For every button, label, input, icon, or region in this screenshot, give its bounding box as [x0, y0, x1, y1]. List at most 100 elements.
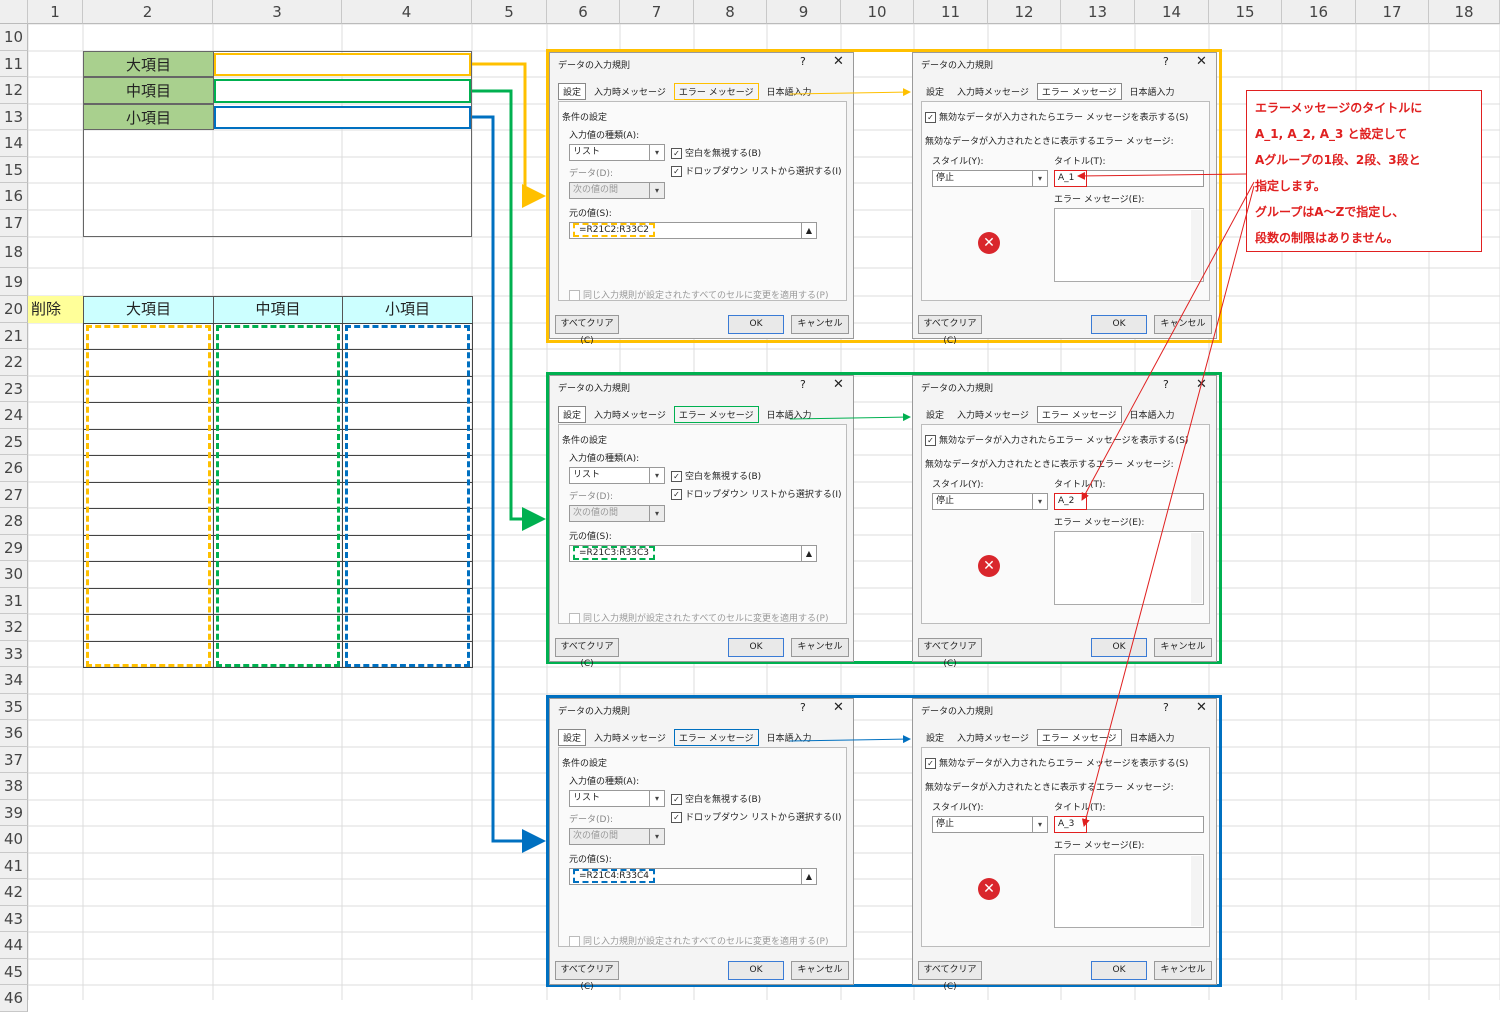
close-icon[interactable]: ✕ [1196, 54, 1207, 69]
row-header-31[interactable]: 31 [0, 588, 28, 614]
row-header-30[interactable]: 30 [0, 561, 28, 588]
delete-cell[interactable]: 削除 [28, 296, 83, 323]
row-header-38[interactable]: 38 [0, 773, 28, 800]
row-header-24[interactable]: 24 [0, 402, 28, 429]
clear-all-button[interactable]: すべてクリア(C) [555, 638, 619, 669]
column-header-3[interactable]: 3 [213, 0, 342, 24]
tab-0[interactable]: 設定 [921, 406, 949, 423]
row-header-28[interactable]: 28 [0, 508, 28, 535]
error-message-textarea[interactable] [1054, 208, 1204, 282]
tab-3[interactable]: 日本語入力 [1125, 83, 1180, 100]
error-message-textarea[interactable] [1054, 854, 1204, 928]
source-input[interactable]: =R21C2:R33C2 ▲ [569, 222, 817, 239]
chevron-down-icon[interactable]: ▾ [649, 791, 664, 806]
row-header-23[interactable]: 23 [0, 376, 28, 402]
style-select[interactable]: 停止 ▾ [932, 170, 1048, 187]
tab-1[interactable]: 入力時メッセージ [589, 406, 671, 423]
row-header-29[interactable]: 29 [0, 535, 28, 561]
tab-1[interactable]: 入力時メッセージ [589, 83, 671, 100]
row-header-42[interactable]: 42 [0, 879, 28, 906]
row-header-13[interactable]: 13 [0, 104, 28, 130]
ok-button[interactable]: OK [728, 961, 784, 980]
help-icon[interactable]: ? [800, 55, 806, 68]
tab-0[interactable]: 設定 [558, 729, 587, 746]
column-header-13[interactable]: 13 [1061, 0, 1135, 24]
chevron-down-icon[interactable]: ▾ [1032, 171, 1047, 186]
row-header-35[interactable]: 35 [0, 694, 28, 720]
chevron-down-icon[interactable]: ▾ [649, 468, 664, 483]
row-header-15[interactable]: 15 [0, 157, 28, 183]
row-header-21[interactable]: 21 [0, 323, 28, 349]
tab-3[interactable]: 日本語入力 [1125, 729, 1180, 746]
show-error-checkbox[interactable]: ✓ 無効なデータが入力されたらエラー メッセージを表示する(S) [925, 756, 1188, 769]
tab-0[interactable]: 設定 [921, 83, 949, 100]
collapse-icon[interactable]: ▲ [801, 223, 816, 238]
collapse-icon[interactable]: ▲ [801, 869, 816, 884]
tab-0[interactable]: 設定 [558, 406, 587, 423]
row-header-11[interactable]: 11 [0, 51, 28, 77]
help-icon[interactable]: ? [1163, 701, 1169, 714]
tab-0[interactable]: 設定 [921, 729, 949, 746]
row-header-45[interactable]: 45 [0, 959, 28, 985]
column-header-18[interactable]: 18 [1429, 0, 1500, 24]
tab-2[interactable]: エラー メッセージ [1036, 406, 1122, 423]
ok-button[interactable]: OK [728, 315, 784, 334]
row-header-20[interactable]: 20 [0, 296, 28, 323]
error-message-textarea[interactable] [1054, 531, 1204, 605]
cancel-button[interactable]: キャンセル [1154, 961, 1212, 980]
column-header-11[interactable]: 11 [914, 0, 988, 24]
allow-select[interactable]: リスト ▾ [569, 790, 665, 807]
close-icon[interactable]: ✕ [833, 377, 844, 392]
clear-all-button[interactable]: すべてクリア(C) [555, 961, 619, 992]
tab-3[interactable]: 日本語入力 [762, 83, 817, 100]
row-header-18[interactable]: 18 [0, 237, 28, 268]
close-icon[interactable]: ✕ [1196, 700, 1207, 715]
help-icon[interactable]: ? [800, 701, 806, 714]
clear-all-button[interactable]: すべてクリア(C) [555, 315, 619, 346]
allow-select[interactable]: リスト ▾ [569, 144, 665, 161]
scrollbar[interactable] [1191, 856, 1202, 926]
column-header-10[interactable]: 10 [841, 0, 914, 24]
row-header-22[interactable]: 22 [0, 349, 28, 376]
tab-2[interactable]: エラー メッセージ [1036, 729, 1122, 746]
ok-button[interactable]: OK [1091, 638, 1147, 657]
tab-2[interactable]: エラー メッセージ [673, 83, 759, 100]
row-header-40[interactable]: 40 [0, 826, 28, 853]
column-header-7[interactable]: 7 [620, 0, 694, 24]
row-header-43[interactable]: 43 [0, 906, 28, 932]
tab-1[interactable]: 入力時メッセージ [952, 83, 1034, 100]
row-header-27[interactable]: 27 [0, 482, 28, 508]
column-header-17[interactable]: 17 [1356, 0, 1429, 24]
source-input[interactable]: =R21C4:R33C4 ▲ [569, 868, 817, 885]
row-header-19[interactable]: 19 [0, 268, 28, 296]
tab-1[interactable]: 入力時メッセージ [952, 406, 1034, 423]
cancel-button[interactable]: キャンセル [1154, 315, 1212, 334]
cancel-button[interactable]: キャンセル [791, 315, 849, 334]
help-icon[interactable]: ? [800, 378, 806, 391]
row-header-37[interactable]: 37 [0, 747, 28, 773]
row-header-17[interactable]: 17 [0, 210, 28, 237]
dropdown-checkbox[interactable]: ✓ ドロップダウン リストから選択する(I) [671, 810, 842, 823]
show-error-checkbox[interactable]: ✓ 無効なデータが入力されたらエラー メッセージを表示する(S) [925, 433, 1188, 446]
tab-2[interactable]: エラー メッセージ [1036, 83, 1122, 100]
column-header-12[interactable]: 12 [988, 0, 1061, 24]
tab-1[interactable]: 入力時メッセージ [589, 729, 671, 746]
row-header-32[interactable]: 32 [0, 614, 28, 641]
tab-3[interactable]: 日本語入力 [762, 729, 817, 746]
source-input[interactable]: =R21C3:R33C3 ▲ [569, 545, 817, 562]
column-header-2[interactable]: 2 [83, 0, 213, 24]
row-header-26[interactable]: 26 [0, 455, 28, 482]
ignore-blank-checkbox[interactable]: ✓ 空白を無視する(B) [671, 792, 761, 805]
clear-all-button[interactable]: すべてクリア(C) [918, 315, 982, 346]
row-header-12[interactable]: 12 [0, 77, 28, 104]
dropdown-checkbox[interactable]: ✓ ドロップダウン リストから選択する(I) [671, 487, 842, 500]
row-header-25[interactable]: 25 [0, 429, 28, 455]
ignore-blank-checkbox[interactable]: ✓ 空白を無視する(B) [671, 469, 761, 482]
close-icon[interactable]: ✕ [833, 54, 844, 69]
row-header-34[interactable]: 34 [0, 667, 28, 694]
column-header-4[interactable]: 4 [342, 0, 472, 24]
style-select[interactable]: 停止 ▾ [932, 816, 1048, 833]
show-error-checkbox[interactable]: ✓ 無効なデータが入力されたらエラー メッセージを表示する(S) [925, 110, 1188, 123]
style-select[interactable]: 停止 ▾ [932, 493, 1048, 510]
help-icon[interactable]: ? [1163, 55, 1169, 68]
